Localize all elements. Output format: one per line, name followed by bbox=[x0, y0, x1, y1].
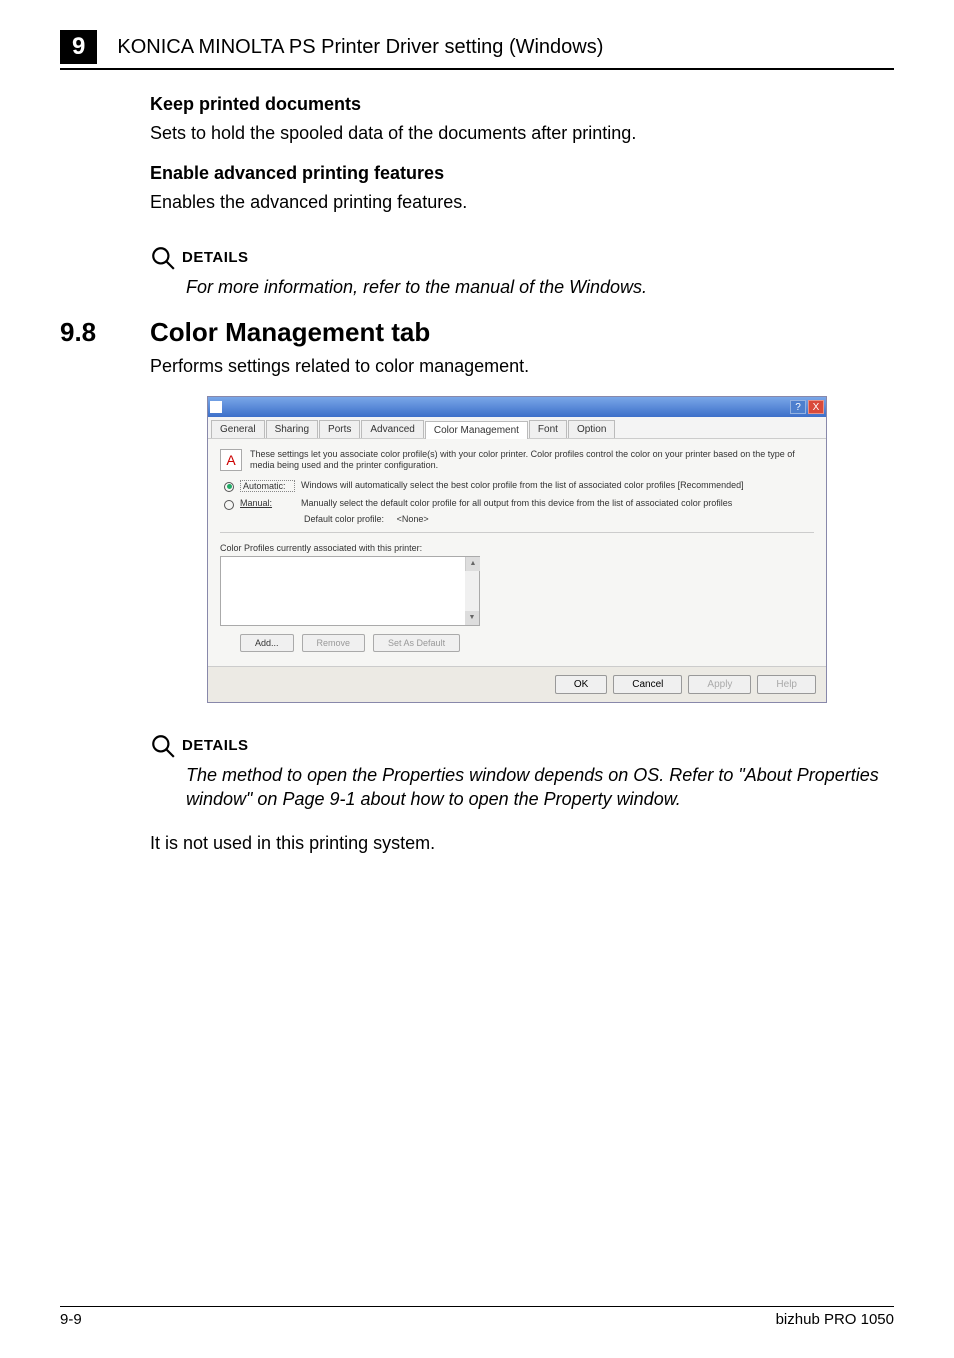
section-title: Color Management tab bbox=[150, 317, 430, 348]
text-enable-advanced: Enables the advanced printing features. bbox=[150, 190, 884, 214]
details-text-1: For more information, refer to the manua… bbox=[186, 275, 884, 299]
add-button[interactable]: Add... bbox=[240, 634, 294, 652]
details-block-1: DETAILS For more information, refer to t… bbox=[150, 245, 884, 299]
listbox-scrollbar[interactable]: ▲ ▼ bbox=[465, 557, 479, 625]
radio-manual-label: Manual: bbox=[240, 498, 295, 508]
section-heading-row: 9.8 Color Management tab bbox=[60, 317, 884, 348]
tab-general[interactable]: General bbox=[211, 420, 265, 438]
help-button[interactable]: Help bbox=[757, 675, 816, 694]
profiles-list-label: Color Profiles currently associated with… bbox=[220, 543, 814, 553]
magnifier-icon bbox=[150, 733, 176, 759]
heading-keep-printed: Keep printed documents bbox=[150, 94, 884, 115]
tab-color-management[interactable]: Color Management bbox=[425, 421, 528, 439]
titlebar-help-button[interactable]: ? bbox=[790, 400, 806, 414]
radio-manual[interactable] bbox=[224, 500, 234, 510]
dialog-titlebar: ? X bbox=[208, 397, 826, 417]
dialog-intro-text: These settings let you associate color p… bbox=[250, 449, 814, 472]
ok-button[interactable]: OK bbox=[555, 675, 607, 694]
color-icon: A bbox=[220, 449, 242, 471]
default-profile-label: Default color profile: bbox=[304, 514, 384, 524]
product-name: bizhub PRO 1050 bbox=[776, 1311, 894, 1328]
profiles-listbox[interactable]: ▲ ▼ bbox=[220, 556, 480, 626]
page-footer: 9-9 bizhub PRO 1050 bbox=[60, 1306, 894, 1328]
remove-button[interactable]: Remove bbox=[302, 634, 366, 652]
details-label-2: DETAILS bbox=[182, 737, 249, 754]
dialog-screenshot: ? X General Sharing Ports Advanced Color… bbox=[207, 396, 827, 703]
radio-automatic-label: Automatic: bbox=[240, 480, 295, 492]
scroll-up-icon[interactable]: ▲ bbox=[466, 557, 480, 571]
radio-manual-desc: Manually select the default color profil… bbox=[301, 498, 814, 508]
cancel-button[interactable]: Cancel bbox=[613, 675, 682, 694]
tab-body: A These settings let you associate color… bbox=[208, 439, 826, 666]
chapter-number: 9 bbox=[60, 30, 97, 64]
tab-sharing[interactable]: Sharing bbox=[266, 420, 318, 438]
apply-button[interactable]: Apply bbox=[688, 675, 751, 694]
text-keep-printed: Sets to hold the spooled data of the doc… bbox=[150, 121, 884, 145]
titlebar-close-button[interactable]: X bbox=[808, 400, 824, 414]
page-header: 9 KONICA MINOLTA PS Printer Driver setti… bbox=[60, 30, 894, 70]
scroll-down-icon[interactable]: ▼ bbox=[465, 611, 479, 625]
tab-font[interactable]: Font bbox=[529, 420, 567, 438]
tab-option[interactable]: Option bbox=[568, 420, 615, 438]
section-number: 9.8 bbox=[60, 317, 150, 348]
details-label-1: DETAILS bbox=[182, 249, 249, 266]
tab-strip: General Sharing Ports Advanced Color Man… bbox=[208, 417, 826, 439]
window-icon bbox=[210, 401, 222, 413]
details-block-2: DETAILS The method to open the Propertie… bbox=[150, 733, 884, 812]
tab-advanced[interactable]: Advanced bbox=[361, 420, 423, 438]
radio-automatic-desc: Windows will automatically select the be… bbox=[301, 480, 814, 490]
tab-ports[interactable]: Ports bbox=[319, 420, 360, 438]
default-profile-value: <None> bbox=[397, 514, 429, 524]
dialog-footer: OK Cancel Apply Help bbox=[208, 666, 826, 702]
page-number: 9-9 bbox=[60, 1311, 82, 1328]
default-profile-row: Default color profile: <None> bbox=[304, 514, 814, 524]
radio-automatic[interactable] bbox=[224, 482, 234, 492]
heading-enable-advanced: Enable advanced printing features bbox=[150, 163, 884, 184]
details-text-2: The method to open the Properties window… bbox=[186, 763, 884, 812]
closing-text: It is not used in this printing system. bbox=[150, 831, 884, 855]
set-default-button[interactable]: Set As Default bbox=[373, 634, 460, 652]
header-title: KONICA MINOLTA PS Printer Driver setting… bbox=[117, 36, 603, 59]
section-intro: Performs settings related to color manag… bbox=[150, 354, 884, 378]
magnifier-icon bbox=[150, 245, 176, 271]
